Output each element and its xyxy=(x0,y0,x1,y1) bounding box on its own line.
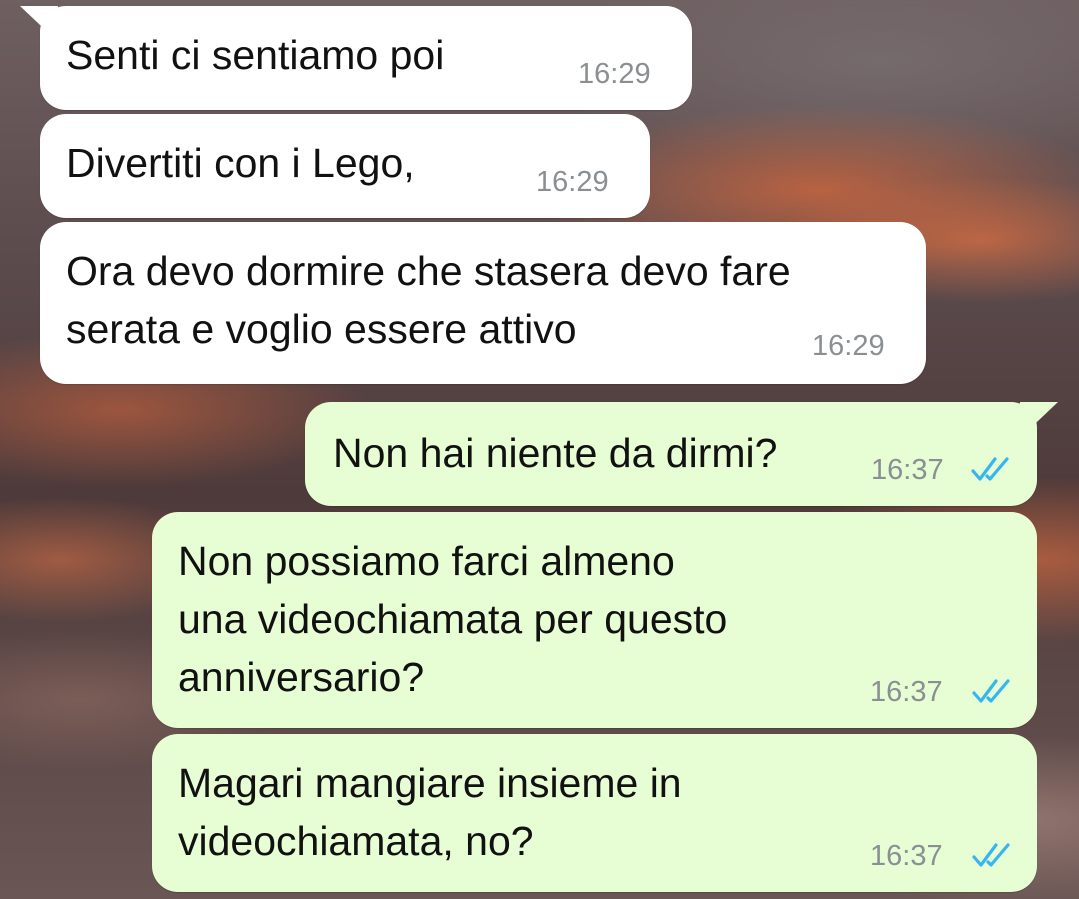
message-bubble-outgoing[interactable]: Non possiamo farci almeno una videochiam… xyxy=(152,512,1037,728)
message-bubble-incoming[interactable]: Divertiti con i Lego, 16:29 xyxy=(40,114,650,218)
message-text: Divertiti con i Lego, xyxy=(66,140,415,186)
message-timestamp: 16:29 xyxy=(812,330,885,362)
message-bubble-incoming[interactable]: Senti ci sentiamo poi 16:29 xyxy=(40,6,692,110)
message-bubble-incoming[interactable]: Ora devo dormire che stasera devo fare s… xyxy=(40,222,926,384)
message-text-line: Magari mangiare insieme in xyxy=(178,760,682,806)
message-text-line: anniversario? xyxy=(178,654,425,700)
bubble-tail-outgoing xyxy=(1020,402,1058,438)
double-check-read-icon xyxy=(972,843,1010,867)
message-timestamp: 16:29 xyxy=(536,166,609,198)
message-text: Senti ci sentiamo poi xyxy=(66,32,445,78)
message-timestamp: 16:37 xyxy=(871,454,944,486)
message-text-line: videochiamata, no? xyxy=(178,818,534,864)
message-text-line: serata e voglio essere attivo xyxy=(66,306,577,352)
message-bubble-outgoing[interactable]: Non hai niente da dirmi? 16:37 xyxy=(305,402,1037,506)
double-check-read-icon xyxy=(972,679,1010,703)
double-check-read-icon xyxy=(971,457,1009,481)
message-text-line: Ora devo dormire che stasera devo fare xyxy=(66,248,791,294)
message-text-line: una videochiamata per questo xyxy=(178,596,728,642)
bubble-tail-incoming xyxy=(20,6,58,42)
message-bubble-outgoing[interactable]: Magari mangiare insieme in videochiamata… xyxy=(152,734,1037,892)
message-text: Non hai niente da dirmi? xyxy=(333,430,778,476)
message-timestamp: 16:29 xyxy=(578,58,651,90)
message-timestamp: 16:37 xyxy=(870,676,943,708)
message-text-line: Non possiamo farci almeno xyxy=(178,538,675,584)
message-timestamp: 16:37 xyxy=(870,840,943,872)
